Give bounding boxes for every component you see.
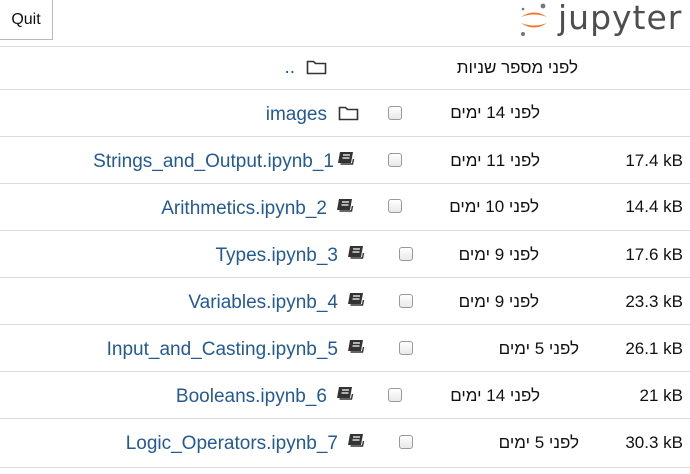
file-size: 14.4 kB bbox=[625, 197, 683, 216]
file-link[interactable]: Booleans.ipynb_6 bbox=[176, 386, 327, 408]
folder-icon bbox=[338, 106, 359, 121]
list-item-folder[interactable]: images לפני 14 ימים bbox=[0, 89, 690, 137]
list-item-parent[interactable]: .. לפני מספר שניות bbox=[0, 46, 690, 90]
file-link[interactable]: Logic_Operators.ipynb_7 bbox=[126, 433, 338, 455]
file-size: 23.3 kB bbox=[625, 292, 683, 311]
select-checkbox[interactable] bbox=[388, 153, 402, 167]
file-link[interactable]: Input_and_Casting.ipynb_5 bbox=[107, 339, 338, 361]
list-item-notebook[interactable]: Variables.ipynb_4 לפני 9 ימים 23.3 kB bbox=[0, 277, 690, 324]
file-size: 17.6 kB bbox=[625, 245, 683, 264]
notebook-icon bbox=[337, 387, 354, 400]
select-checkbox[interactable] bbox=[399, 294, 413, 308]
file-size: 30.3 kB bbox=[625, 433, 683, 452]
file-link[interactable]: images bbox=[266, 104, 327, 126]
modified-date: לפני 5 ימים bbox=[498, 339, 579, 358]
select-checkbox[interactable] bbox=[399, 435, 413, 449]
modified-date: לפני 10 ימים bbox=[449, 197, 539, 216]
file-link[interactable]: Strings_and_Output.ipynb_1 bbox=[93, 151, 334, 173]
jupyter-logo-icon bbox=[521, 3, 547, 36]
file-size: 17.4 kB bbox=[625, 151, 683, 170]
file-link[interactable]: Arithmetics.ipynb_2 bbox=[161, 198, 327, 220]
select-checkbox[interactable] bbox=[399, 341, 413, 355]
notebook-icon bbox=[348, 293, 365, 306]
select-checkbox[interactable] bbox=[399, 247, 413, 261]
list-bottom-divider bbox=[0, 467, 690, 468]
list-item-notebook[interactable]: Input_and_Casting.ipynb_5 לפני 5 ימים 26… bbox=[0, 324, 690, 371]
list-item-notebook[interactable]: Arithmetics.ipynb_2 לפני 10 ימים 14.4 kB bbox=[0, 183, 690, 230]
modified-date: לפני 9 ימים bbox=[458, 292, 539, 311]
file-link[interactable]: Variables.ipynb_4 bbox=[188, 292, 338, 314]
quit-button[interactable]: Quit bbox=[0, 0, 53, 40]
notebook-icon bbox=[348, 340, 365, 353]
notebook-icon bbox=[348, 246, 365, 259]
modified-date: לפני 14 ימים bbox=[450, 103, 540, 122]
select-checkbox[interactable] bbox=[388, 106, 402, 120]
modified-date: לפני 5 ימים bbox=[498, 433, 579, 452]
file-size: 21 kB bbox=[639, 386, 683, 405]
list-item-notebook[interactable]: Strings_and_Output.ipynb_1 לפני 11 ימים … bbox=[0, 136, 690, 183]
modified-date: לפני 9 ימים bbox=[458, 245, 539, 264]
notebook-icon bbox=[348, 434, 365, 447]
notebook-icon bbox=[338, 152, 355, 165]
list-item-notebook[interactable]: Types.ipynb_3 לפני 9 ימים 17.6 kB bbox=[0, 230, 690, 277]
select-checkbox[interactable] bbox=[388, 388, 402, 402]
modified-date: לפני 11 ימים bbox=[450, 151, 540, 170]
file-size: 26.1 kB bbox=[625, 339, 683, 358]
select-checkbox[interactable] bbox=[388, 199, 402, 213]
file-link[interactable]: Types.ipynb_3 bbox=[215, 245, 338, 267]
parent-dir-link[interactable]: .. bbox=[284, 57, 295, 79]
jupyter-logo-text: jupyter bbox=[558, 0, 683, 37]
list-item-notebook[interactable]: Logic_Operators.ipynb_7 לפני 5 ימים 30.3… bbox=[0, 418, 690, 467]
modified-date: לפני 14 ימים bbox=[450, 386, 540, 405]
folder-icon bbox=[306, 60, 327, 75]
notebook-icon bbox=[337, 199, 354, 212]
modified-date: לפני מספר שניות bbox=[456, 58, 578, 77]
list-item-notebook[interactable]: Booleans.ipynb_6 לפני 14 ימים 21 kB bbox=[0, 371, 690, 418]
